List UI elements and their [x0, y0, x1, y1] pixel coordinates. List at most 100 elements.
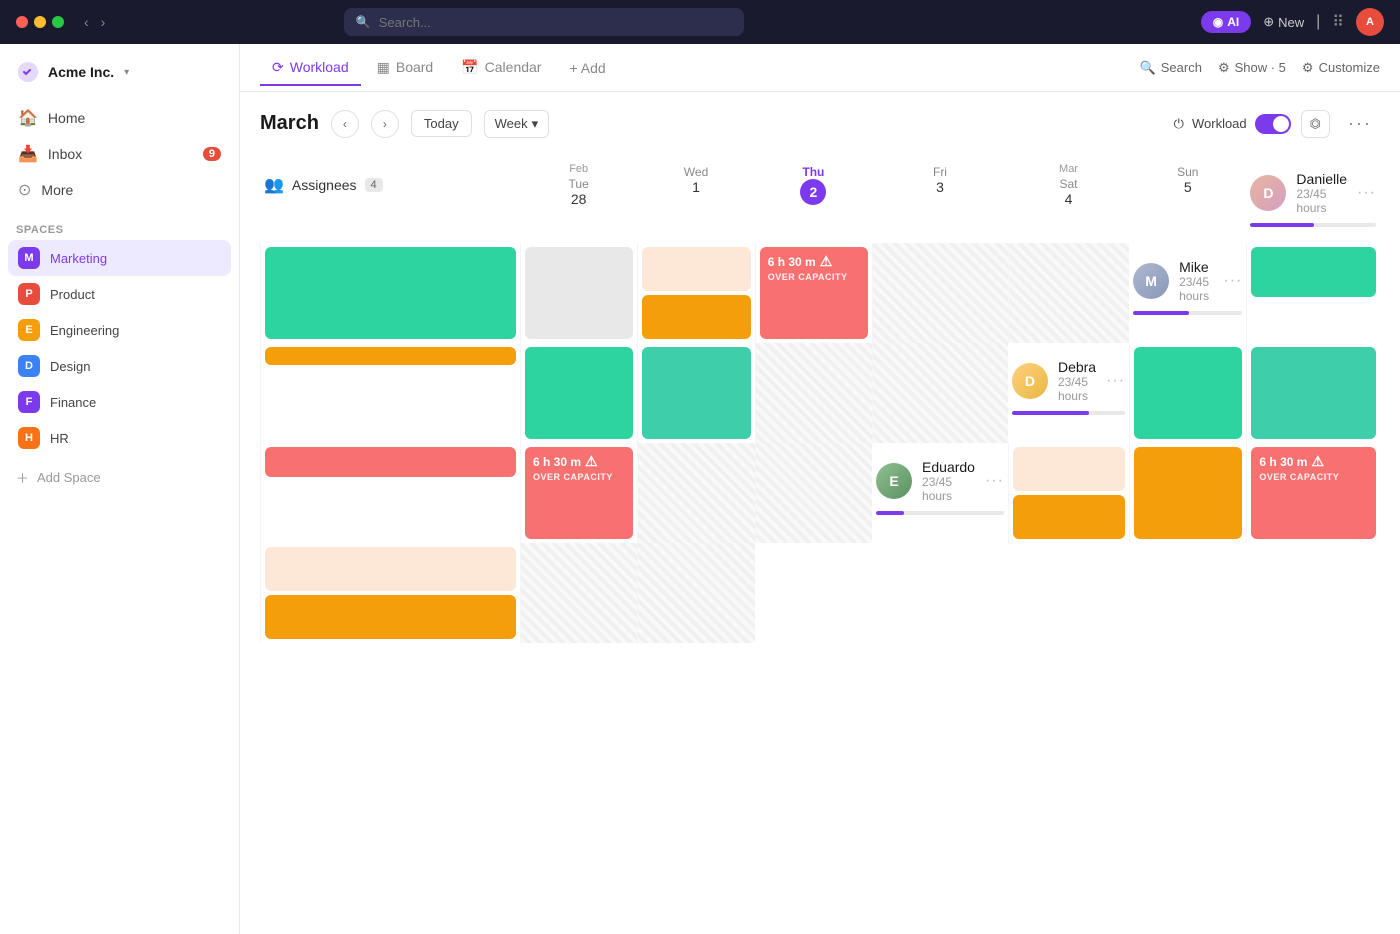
- maximize-window-control[interactable]: [52, 16, 64, 28]
- col-month-mar: Mar: [1012, 163, 1125, 175]
- global-search-input[interactable]: [379, 15, 732, 30]
- sidebar-item-hr[interactable]: H HR: [8, 420, 231, 456]
- tab-workload[interactable]: ⟳ Workload: [260, 51, 361, 86]
- avatar-eduardo: E: [876, 463, 912, 499]
- workload-toggle[interactable]: ⏻ Workload: [1174, 114, 1291, 134]
- new-button[interactable]: ⊕ New: [1263, 14, 1304, 30]
- ai-icon: ◉: [1213, 15, 1223, 29]
- sidebar-item-engineering[interactable]: E Engineering: [8, 312, 231, 348]
- customize-action[interactable]: ⚙ Customize: [1302, 60, 1380, 76]
- task-eduardo-fri-bot[interactable]: [265, 595, 516, 639]
- add-tab-button[interactable]: + Add: [557, 52, 617, 84]
- sidebar-item-finance[interactable]: F Finance: [8, 384, 231, 420]
- col-day-4: 4: [1012, 191, 1125, 207]
- back-button[interactable]: ‹: [80, 10, 93, 34]
- main-layout: Acme Inc. ▾ 🏠 Home 📥 Inbox 9 ⊙ More Spac…: [0, 44, 1400, 934]
- workload-toggle-icon: ⏻: [1174, 116, 1184, 132]
- cell-eduardo-sat: [520, 543, 637, 643]
- task-debra-wed[interactable]: [1251, 347, 1376, 439]
- minimize-window-control[interactable]: [34, 16, 46, 28]
- sidebar-item-home[interactable]: 🏠 Home: [8, 100, 231, 136]
- next-week-button[interactable]: ›: [371, 110, 399, 138]
- cell-debra-fri: 6 h 30 m ⚠ OVER CAPACITY: [520, 443, 637, 543]
- filter-button[interactable]: ⏣: [1301, 110, 1330, 138]
- forward-button[interactable]: ›: [97, 10, 110, 34]
- task-danielle-thu-bot[interactable]: [642, 295, 750, 339]
- tab-board[interactable]: ▦ Board: [365, 51, 446, 86]
- tab-calendar[interactable]: 📅 Calendar: [449, 51, 553, 86]
- week-select[interactable]: Week ▾: [484, 110, 550, 138]
- toggle-knob: [1273, 116, 1289, 132]
- show-action[interactable]: ⚙ Show · 5: [1218, 60, 1286, 76]
- task-mike-tue[interactable]: [1251, 247, 1376, 297]
- add-space-button[interactable]: ＋ Add Space: [0, 460, 239, 495]
- task-eduardo-fri-top[interactable]: [265, 547, 516, 591]
- cell-danielle-sun: [1008, 243, 1129, 343]
- sidebar-item-more[interactable]: ⊙ More: [8, 172, 231, 208]
- sidebar-item-marketing[interactable]: M Marketing: [8, 240, 231, 276]
- workload-grid: 👥 Assignees 4 Feb Tue 28 Wed 1: [260, 155, 1380, 643]
- capacity-hours-danielle: 6 h 30 m ⚠: [768, 253, 860, 270]
- search-action[interactable]: 🔍 Search: [1140, 60, 1202, 76]
- task-eduardo-tue-bot[interactable]: [1013, 495, 1125, 539]
- warning-icon-danielle: ⚠: [820, 253, 833, 270]
- brand-name[interactable]: Acme Inc.: [48, 64, 114, 80]
- cell-mike-sat: [755, 343, 872, 443]
- task-debra-tue[interactable]: [1134, 347, 1242, 439]
- task-danielle-thu-top[interactable]: [642, 247, 750, 291]
- col-day-thu: Thu: [759, 165, 868, 179]
- calendar-tab-icon: 📅: [461, 59, 478, 76]
- cell-debra-thu: [260, 443, 520, 543]
- cell-eduardo-wed: [1129, 443, 1246, 543]
- add-icon: ＋: [16, 468, 29, 487]
- assignee-menu-danielle[interactable]: ···: [1357, 184, 1376, 202]
- assignees-label: 👥 Assignees 4: [260, 163, 520, 207]
- task-eduardo-tue-top[interactable]: [1013, 447, 1125, 491]
- task-danielle-tue[interactable]: [265, 247, 516, 339]
- today-button[interactable]: Today: [411, 110, 472, 137]
- sidebar-header: Acme Inc. ▾: [0, 52, 239, 96]
- more-options-button[interactable]: ···: [1340, 108, 1380, 139]
- capacity-hours-eduardo: 6 h 30 m ⚠: [1259, 453, 1368, 470]
- capacity-danielle-fri: 6 h 30 m ⚠ OVER CAPACITY: [760, 247, 868, 339]
- task-danielle-wed[interactable]: [525, 247, 633, 339]
- cell-mike-fri: [637, 343, 754, 443]
- task-eduardo-wed[interactable]: [1134, 447, 1242, 539]
- close-window-control[interactable]: [16, 16, 28, 28]
- task-mike-wed[interactable]: [265, 347, 516, 365]
- cell-danielle-wed: [520, 243, 637, 343]
- content-area: ⟳ Workload ▦ Board 📅 Calendar + Add 🔍 Se…: [240, 44, 1400, 934]
- col-day-sun: Sun: [1133, 165, 1242, 179]
- assignee-menu-eduardo[interactable]: ···: [985, 472, 1004, 490]
- prev-week-button[interactable]: ‹: [331, 110, 359, 138]
- ai-button[interactable]: ◉ AI: [1201, 11, 1251, 33]
- task-mike-thu[interactable]: [525, 347, 633, 439]
- col-header-thu-2: Thu 2: [755, 155, 872, 243]
- global-search-bar[interactable]: 🔍: [344, 8, 744, 36]
- calendar-header: March ‹ › Today Week ▾ ⏻ Workload: [260, 108, 1380, 139]
- assignee-menu-debra[interactable]: ···: [1106, 372, 1125, 390]
- assignee-menu-mike[interactable]: ···: [1223, 272, 1242, 290]
- assignee-top-eduardo: E Eduardo 23/45 hours ···: [876, 459, 1004, 503]
- user-avatar[interactable]: A: [1356, 8, 1384, 36]
- cell-debra-sat: [637, 443, 754, 543]
- progress-mike: [1133, 311, 1242, 315]
- customize-icon: ⚙: [1302, 60, 1314, 76]
- progress-fill-mike: [1133, 311, 1189, 315]
- task-debra-thu[interactable]: [265, 447, 516, 477]
- task-mike-fri[interactable]: [642, 347, 750, 439]
- col-header-tue-28: Feb Tue 28: [520, 155, 637, 243]
- sidebar-item-inbox[interactable]: 📥 Inbox 9: [8, 136, 231, 172]
- filter-icon: ⏣: [1310, 116, 1321, 132]
- col-day-fri: Fri: [876, 165, 1004, 179]
- col-day-wed: Wed: [641, 165, 750, 179]
- toggle-switch[interactable]: [1255, 114, 1291, 134]
- col-day-28: 28: [524, 191, 633, 207]
- filter-icon: ⚙: [1218, 60, 1230, 76]
- col-day-3: 3: [876, 179, 1004, 195]
- progress-eduardo: [876, 511, 1004, 515]
- sidebar-item-product[interactable]: P Product: [8, 276, 231, 312]
- sidebar-item-design[interactable]: D Design: [8, 348, 231, 384]
- apps-icon[interactable]: ⠿: [1332, 12, 1344, 32]
- cell-mike-thu: [520, 343, 637, 443]
